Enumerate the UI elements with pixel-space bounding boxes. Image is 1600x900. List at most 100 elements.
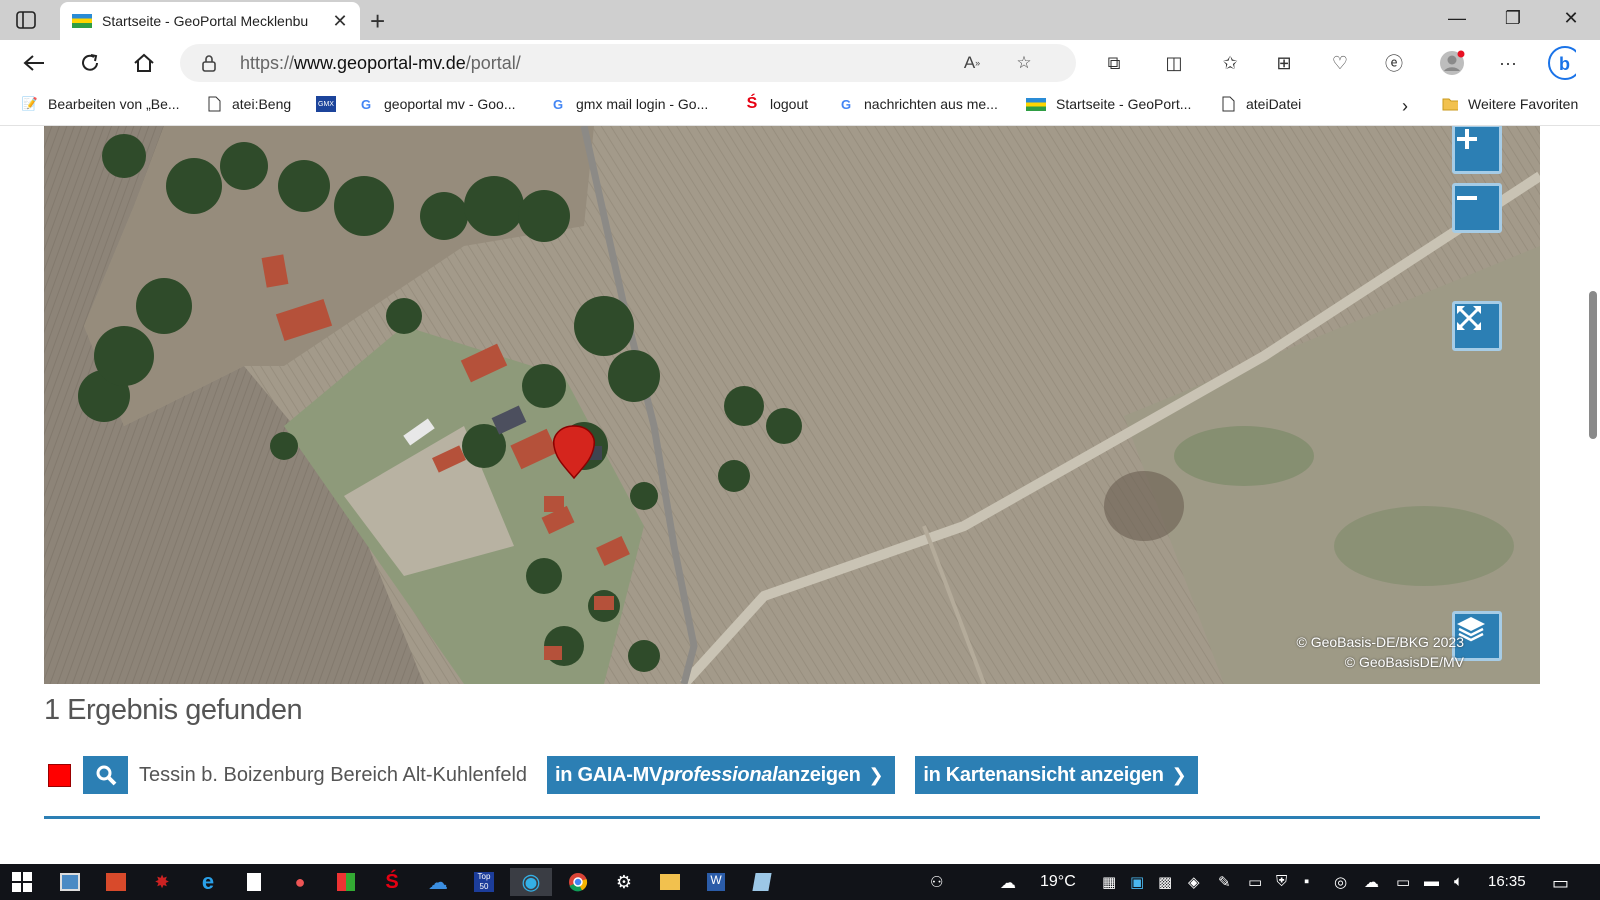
people-icon[interactable]: ⚇: [930, 873, 943, 891]
lock-icon[interactable]: [198, 52, 220, 74]
google-icon: G: [552, 96, 564, 112]
app-icon[interactable]: ✸: [148, 868, 176, 896]
tab-actions-icon[interactable]: [14, 9, 38, 31]
file-icon[interactable]: [240, 868, 268, 896]
results-divider: [44, 816, 1540, 819]
tab-close-icon[interactable]: ✕: [330, 11, 350, 32]
zoom-in-button[interactable]: [1452, 126, 1502, 174]
cloud-error-icon[interactable]: ☁: [1364, 873, 1379, 891]
split-screen-icon[interactable]: ◫: [1160, 50, 1188, 76]
url-text[interactable]: https://www.geoportal-mv.de/portal/: [240, 53, 521, 74]
read-aloud-icon[interactable]: A»: [960, 52, 984, 74]
zoom-out-button[interactable]: [1452, 183, 1502, 233]
clock-time[interactable]: 16:35: [1488, 873, 1526, 890]
chrome-icon[interactable]: [564, 868, 592, 896]
home-button[interactable]: [130, 50, 158, 76]
browser-titlebar: Startseite - GeoPortal Mecklenbu ✕ + — ❐…: [0, 0, 1600, 40]
windows-taskbar: ✸ e ● Ś ☁ Top 50 ◉ ⚙ W ⚇ ☁ 19°C ▦ ▣ ▩ ◈ ✎…: [0, 864, 1600, 900]
show-in-gaia-button[interactable]: in GAIA-MV professional anzeigen ❯: [547, 756, 896, 794]
bookmark-item[interactable]: Startseite - GeoPort...: [1026, 96, 1191, 112]
minimize-button[interactable]: —: [1442, 8, 1472, 29]
results-heading: 1 Ergebnis gefunden: [44, 694, 303, 726]
page-content: © GeoBasis-DE/BKG 2023 © GeoBasisDE/MV 1…: [0, 126, 1600, 864]
bookmark-item[interactable]: Gnachrichten aus me...: [838, 96, 998, 112]
show-in-map-view-button[interactable]: in Kartenansicht anzeigen ❯: [915, 756, 1199, 794]
tray-icon[interactable]: ◈: [1188, 873, 1200, 891]
aerial-map[interactable]: © GeoBasis-DE/BKG 2023 © GeoBasisDE/MV: [44, 126, 1540, 684]
favorite-star-icon[interactable]: ☆: [1012, 52, 1036, 74]
bookmark-item[interactable]: Ślogout: [744, 95, 809, 112]
app-icon[interactable]: [748, 868, 776, 896]
file-explorer-icon[interactable]: [656, 868, 684, 896]
geoportal-icon: [1026, 97, 1046, 111]
tray-icon[interactable]: ▭: [1248, 873, 1262, 891]
bookmark-item[interactable]: atei:Beng: [206, 96, 291, 112]
collections-icon[interactable]: ⊞: [1270, 50, 1298, 76]
sparkasse-app-icon[interactable]: Ś: [378, 868, 406, 896]
page-scrollbar-thumb[interactable]: [1589, 291, 1597, 439]
shield-icon[interactable]: ⛨: [1276, 873, 1287, 890]
top50-icon[interactable]: Top 50: [470, 868, 498, 896]
onedrive-icon[interactable]: ☁: [424, 868, 452, 896]
more-menu-icon[interactable]: ···: [1494, 50, 1522, 76]
tray-icon[interactable]: ✎: [1218, 873, 1231, 891]
windows-start-icon[interactable]: [8, 868, 36, 896]
weather-icon[interactable]: ☁: [1000, 873, 1016, 893]
app-icon[interactable]: [332, 868, 360, 896]
tray-icon[interactable]: ▣: [1130, 873, 1144, 891]
restore-button[interactable]: ❐: [1498, 8, 1528, 29]
internet-explorer-icon[interactable]: e: [194, 868, 222, 896]
active-tab[interactable]: Startseite - GeoPortal Mecklenbu ✕: [60, 2, 360, 40]
bing-copilot-icon[interactable]: b: [1548, 46, 1576, 80]
svg-text:b: b: [1559, 54, 1570, 74]
app-icon[interactable]: [102, 868, 130, 896]
map-attribution: © GeoBasis-DE/BKG 2023 © GeoBasisDE/MV: [1296, 632, 1464, 672]
browser-essentials-icon[interactable]: ♡: [1326, 50, 1354, 76]
tray-icon[interactable]: ▩: [1158, 873, 1172, 891]
sparkasse-icon: Ś: [746, 95, 758, 112]
aerial-imagery: [44, 126, 1540, 684]
bookmark-item[interactable]: GMX: [316, 96, 346, 112]
tray-icon[interactable]: ▪: [1304, 873, 1309, 890]
bookmark-item[interactable]: Ggeoportal mv - Goo...: [358, 96, 516, 112]
weather-temperature[interactable]: 19°C: [1040, 873, 1076, 891]
zoom-to-result-button[interactable]: [83, 756, 128, 794]
google-icon: G: [360, 96, 372, 112]
favorites-icon[interactable]: ✩: [1216, 50, 1244, 76]
extensions-icon[interactable]: ⧉: [1100, 50, 1128, 76]
network-icon[interactable]: ▭: [1396, 873, 1410, 891]
edge-drop-icon[interactable]: ⓔ: [1380, 50, 1408, 76]
profile-avatar-icon[interactable]: [1438, 50, 1466, 76]
tray-icon[interactable]: ◎: [1334, 873, 1347, 891]
page-icon: [1220, 96, 1236, 112]
bookmark-item[interactable]: 📝 Bearbeiten von „Be...: [22, 96, 180, 112]
volume-icon[interactable]: 🔈︎: [1454, 873, 1463, 890]
maps-pin-icon[interactable]: ●: [286, 868, 314, 896]
page-icon: [206, 96, 222, 112]
result-item: Tessin b. Boizenburg Bereich Alt-Kuhlenf…: [48, 756, 1218, 794]
app-icon[interactable]: [56, 868, 84, 896]
bookmark-item[interactable]: Ggmx mail login - Go...: [550, 96, 708, 112]
back-button[interactable]: [20, 50, 48, 76]
address-toolbar: https://www.geoportal-mv.de/portal/ A» ☆…: [0, 40, 1600, 86]
fullscreen-button[interactable]: [1452, 301, 1502, 351]
other-favorites-folder[interactable]: Weitere Favoriten: [1442, 96, 1578, 112]
address-bar[interactable]: https://www.geoportal-mv.de/portal/ A» ☆: [180, 44, 1076, 82]
tray-icon[interactable]: ▦: [1102, 873, 1116, 891]
tab-title: Startseite - GeoPortal Mecklenbu: [102, 13, 309, 29]
chevron-right-icon: ❯: [868, 764, 884, 785]
magnifier-icon: [96, 765, 116, 786]
settings-gear-icon[interactable]: ⚙: [610, 868, 638, 896]
close-window-button[interactable]: ✕: [1556, 8, 1586, 29]
expand-arrows-icon: [1457, 306, 1481, 330]
folder-icon: [1442, 96, 1458, 112]
battery-icon[interactable]: ▬: [1424, 873, 1439, 890]
refresh-button[interactable]: [76, 50, 104, 76]
bookmarks-bar: 📝 Bearbeiten von „Be... atei:Beng GMX Gge…: [0, 86, 1600, 126]
edge-taskbar-icon[interactable]: ◉: [510, 868, 552, 896]
notifications-icon[interactable]: ▭: [1552, 873, 1569, 894]
new-tab-button[interactable]: +: [370, 6, 385, 37]
bookmarks-overflow-chevron-icon[interactable]: ›: [1402, 96, 1408, 117]
bookmark-item[interactable]: ateiDatei: [1220, 96, 1301, 112]
word-icon[interactable]: W: [702, 868, 730, 896]
